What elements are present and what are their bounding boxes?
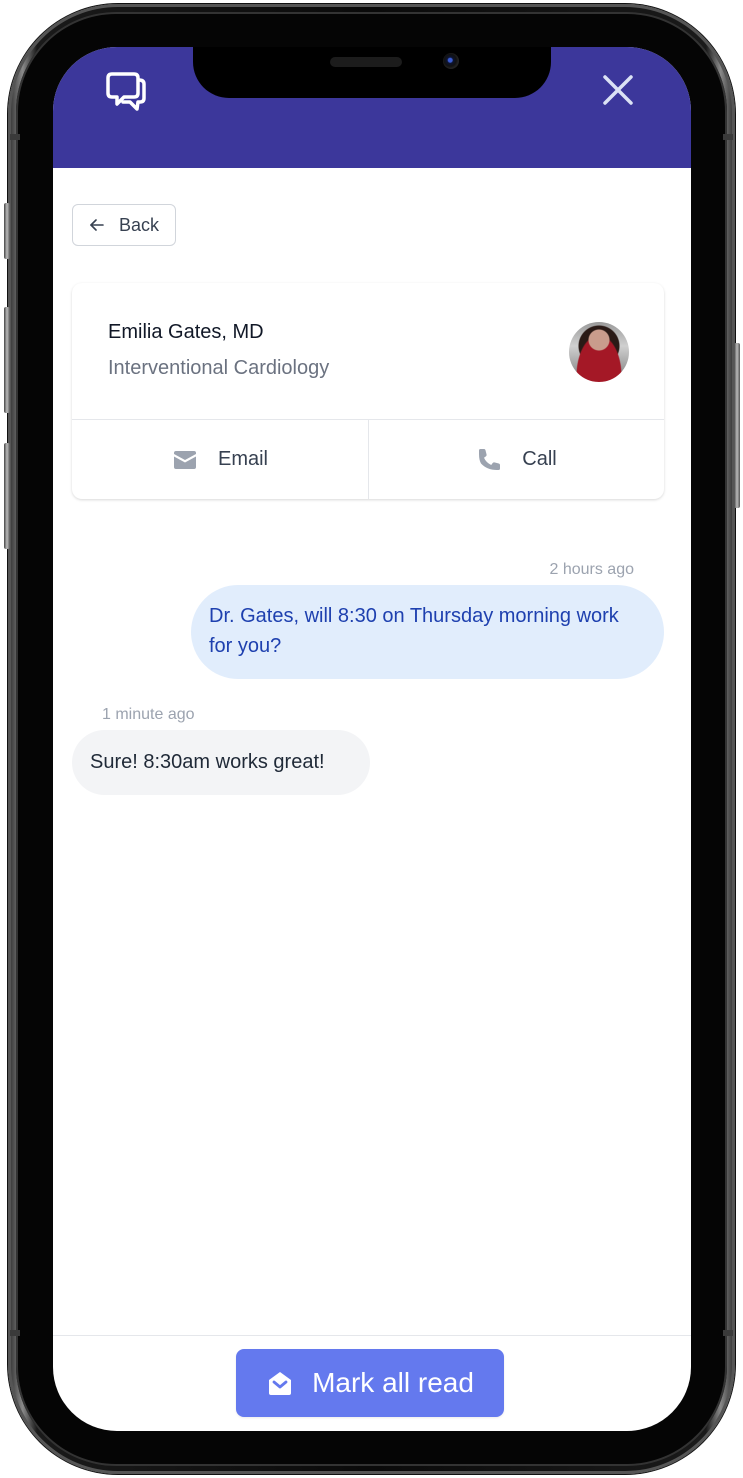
email-button[interactable]: Email: [72, 420, 368, 499]
sent-message-bubble: Dr. Gates, will 8:30 on Thursday morning…: [191, 585, 664, 679]
volume-up-button: [4, 307, 10, 413]
chat-bubbles-icon[interactable]: [106, 71, 150, 113]
antenna-band: [10, 1330, 20, 1336]
envelope-icon: [173, 450, 196, 469]
contact-specialty: Interventional Cardiology: [108, 357, 330, 379]
contact-card: Emilia Gates, MD Interventional Cardiolo…: [72, 283, 664, 499]
back-button[interactable]: Back: [72, 204, 176, 246]
volume-down-button: [4, 443, 10, 549]
power-button: [734, 343, 740, 508]
call-button-label: Call: [522, 448, 557, 470]
phone-notch: [193, 47, 551, 98]
antenna-band: [723, 1330, 733, 1336]
phone-screen: Back Emilia Gates, MD Interventional Car…: [53, 47, 691, 1431]
call-button[interactable]: Call: [369, 420, 664, 499]
email-button-label: Email: [217, 448, 268, 470]
close-icon[interactable]: [600, 72, 636, 108]
mark-all-read-label: Mark all read: [312, 1367, 474, 1398]
antenna-band: [723, 134, 733, 140]
earpiece-speaker: [330, 57, 402, 67]
envelope-open-icon: [269, 1372, 292, 1395]
front-camera: [443, 53, 459, 69]
message-timestamp: 1 minute ago: [102, 706, 195, 723]
contact-name: Emilia Gates, MD: [108, 321, 264, 343]
silent-switch: [4, 203, 10, 259]
message-timestamp: 2 hours ago: [549, 561, 634, 578]
mark-all-read-button[interactable]: Mark all read: [236, 1349, 504, 1417]
footer-divider: [53, 1335, 691, 1336]
back-button-label: Back: [119, 214, 160, 235]
avatar: [569, 322, 629, 382]
received-message-bubble: Sure! 8:30am works great!: [72, 730, 370, 795]
antenna-band: [10, 134, 20, 140]
phone-icon: [479, 448, 501, 470]
arrow-left-icon: [90, 219, 104, 231]
